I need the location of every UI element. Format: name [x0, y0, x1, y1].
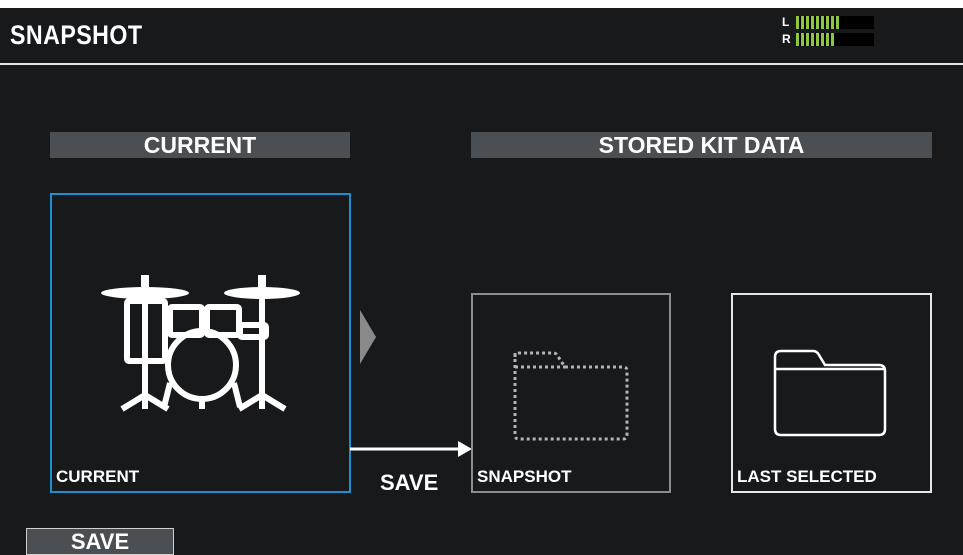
level-meter-segment	[826, 16, 829, 29]
level-meter-segment	[806, 33, 809, 46]
level-meter-segment	[806, 16, 809, 29]
level-meter-segment	[826, 33, 829, 46]
level-meter-right: R	[782, 31, 874, 48]
level-meter-segment	[816, 16, 819, 29]
level-meter-segment	[821, 16, 824, 29]
snapshot-screen: SNAPSHOT L R CURRENT STORED KIT DATA CUR…	[0, 8, 963, 555]
snapshot-panel-label: SNAPSHOT	[477, 467, 572, 486]
level-meter: L R	[782, 14, 874, 48]
last-selected-panel-label: LAST SELECTED	[737, 467, 877, 486]
level-meter-segment	[831, 33, 834, 46]
current-panel-label: CURRENT	[56, 467, 140, 486]
level-meter-segment	[816, 33, 819, 46]
level-meter-segment	[796, 16, 799, 29]
empty-folder-icon	[513, 351, 629, 441]
page-title: SNAPSHOT	[10, 20, 143, 50]
level-meter-left-bar	[796, 16, 874, 29]
level-meter-right-label: R	[782, 32, 791, 46]
level-meter-segment	[801, 16, 804, 29]
drum-kit-icon	[101, 275, 300, 412]
header-divider	[0, 63, 963, 65]
level-meter-left: L	[782, 14, 874, 31]
stored-kit-data-section-header: STORED KIT DATA	[471, 132, 932, 158]
level-meter-segment	[831, 16, 834, 29]
level-meter-segment	[796, 33, 799, 46]
last-selected-panel[interactable]: LAST SELECTED	[731, 293, 932, 493]
snapshot-panel[interactable]: SNAPSHOT	[471, 293, 671, 493]
current-panel[interactable]: CURRENT	[50, 193, 351, 493]
level-meter-left-label: L	[782, 15, 790, 29]
level-meter-right-bar	[796, 33, 874, 46]
folder-icon	[773, 349, 887, 437]
level-meter-segment	[836, 16, 839, 29]
level-meter-segment	[801, 33, 804, 46]
level-meter-segment	[811, 33, 814, 46]
level-meter-segment	[811, 16, 814, 29]
save-arrow-label: SAVE	[380, 470, 439, 495]
current-section-header: CURRENT	[50, 132, 350, 158]
triangle-right-icon	[360, 310, 376, 364]
level-meter-segment	[821, 33, 824, 46]
save-arrow-icon	[350, 441, 472, 457]
save-button[interactable]: SAVE	[26, 528, 174, 555]
